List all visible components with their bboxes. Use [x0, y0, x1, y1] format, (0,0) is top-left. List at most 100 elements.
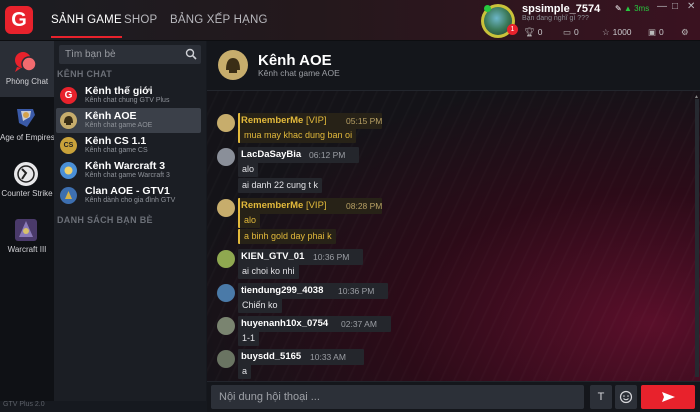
- rail-label: Counter Strike: [1, 189, 53, 198]
- message-author[interactable]: tiendung299_4038: [241, 285, 323, 296]
- message-text: a binh gold day phai k: [238, 229, 336, 244]
- channel-desc: Kênh chat game AOE: [85, 122, 153, 129]
- rail-item-phong-chat[interactable]: Phòng Chat: [0, 41, 54, 97]
- channel-title: Kênh AOE: [258, 52, 332, 69]
- signal-icon: ▲: [623, 4, 632, 13]
- online-status-dot: [484, 5, 491, 12]
- cs-icon: CS: [60, 137, 77, 154]
- section-danh-sach-ban-be: DANH SÁCH BẠN BÈ: [57, 215, 153, 225]
- message-time: 10:36 PM: [313, 252, 350, 262]
- avatar[interactable]: [217, 317, 235, 335]
- message-text: 1-1: [238, 331, 260, 346]
- message-input[interactable]: [211, 385, 584, 409]
- star-icon: ☆: [602, 27, 610, 37]
- channel-item-kenh-the-gioi[interactable]: G Kênh thế giới Kênh chat chung GTV Plus: [56, 83, 201, 108]
- rail-label: Age of Empires: [0, 133, 55, 142]
- channel-desc: Kênh chat chung GTV Plus: [85, 97, 170, 104]
- channel-item-kenh-aoe[interactable]: Kênh AOE Kênh chat game AOE: [56, 108, 201, 133]
- avatar[interactable]: [217, 250, 235, 268]
- trophy-icon: 🏆︎: [524, 27, 535, 37]
- top-bar: G SẢNH GAME SHOP BẢNG XẾP HẠNG 1 spsimpl…: [0, 0, 700, 41]
- warcraft-channel-icon: [60, 162, 77, 179]
- nav-sanh-game[interactable]: SẢNH GAME: [51, 14, 122, 38]
- channel-name: Kênh CS 1.1: [85, 135, 147, 147]
- gift-count: 0: [659, 27, 664, 37]
- scroll-up-icon[interactable]: ▲: [694, 94, 699, 100]
- trophy-stat[interactable]: 🏆︎ 0: [524, 27, 543, 38]
- friend-search[interactable]: Tìm bạn bè: [59, 45, 201, 64]
- message-text: mua may khac dung ban oi: [238, 128, 357, 143]
- gtv-channel-icon: G: [60, 87, 77, 104]
- nav-shop[interactable]: SHOP: [124, 14, 157, 26]
- gtv-logo[interactable]: G: [5, 6, 33, 34]
- channel-item-kenh-cs[interactable]: CS Kênh CS 1.1 Kênh chat game CS: [56, 133, 201, 158]
- message-time: 02:37 AM: [341, 319, 377, 329]
- channel-subtitle: Kênh chat game AOE: [258, 68, 340, 78]
- channel-name: Clan AOE - GTV1: [85, 185, 170, 197]
- game-rail: Phòng Chat Age of Empires Counter Strike: [0, 41, 55, 401]
- message-icon: ▭: [563, 27, 572, 37]
- trophy-count: 0: [537, 27, 543, 37]
- rail-label: Warcraft III: [7, 245, 47, 254]
- message-author[interactable]: RememberMe [VIP]: [241, 115, 327, 126]
- message-count: 0: [574, 27, 579, 37]
- gear-icon: ⚙: [681, 27, 689, 37]
- message-author[interactable]: buysdd_5165: [241, 351, 301, 362]
- counter-strike-icon: [14, 162, 38, 186]
- channel-desc: Kênh chat game Warcraft 3: [85, 172, 170, 179]
- message-time: 10:33 AM: [310, 352, 346, 362]
- message-time: 06:12 PM: [309, 150, 346, 160]
- settings-button[interactable]: ⚙: [681, 27, 692, 38]
- text-format-button[interactable]: T: [590, 385, 612, 409]
- channel-desc: Kênh chat game CS: [85, 147, 148, 154]
- channel-name: Kênh Warcraft 3: [85, 160, 166, 172]
- channel-desc: Kênh dành cho gia đình GTV: [85, 197, 176, 204]
- avatar[interactable]: [217, 350, 235, 368]
- emoji-button[interactable]: [615, 385, 637, 409]
- star-stat[interactable]: ☆ 1000: [602, 27, 632, 38]
- username[interactable]: spsimple_7574: [522, 3, 600, 15]
- star-count: 1000: [612, 27, 632, 37]
- search-icon[interactable]: [185, 48, 197, 60]
- message-text: alo: [238, 162, 259, 177]
- channel-list-panel: Tìm bạn bè KÊNH CHAT G Kênh thế giới Kên…: [54, 41, 206, 401]
- send-button[interactable]: [641, 385, 695, 409]
- message-author[interactable]: huyenanh10x_0754: [241, 318, 328, 329]
- chat-panel: Kênh AOE Kênh chat game AOE ▲ RememberMe…: [207, 41, 700, 401]
- gift-stat[interactable]: ▣ 0: [648, 27, 664, 38]
- app-version: GTV Plus 2.0: [3, 401, 45, 408]
- message-stat[interactable]: ▭ 0: [563, 27, 579, 38]
- aoe-helmet-icon: [60, 112, 77, 129]
- nav-bang-xep-hang[interactable]: BẢNG XẾP HẠNG: [170, 14, 268, 26]
- user-status-text[interactable]: Bạn đang nghĩ gì ???: [522, 15, 589, 22]
- close-button[interactable]: ✕: [687, 2, 695, 12]
- message-text: ai choi ko nhi: [238, 264, 299, 279]
- message-text: ai danh 22 cung t k: [238, 178, 323, 193]
- minimize-button[interactable]: —: [657, 2, 667, 12]
- ping-value: 3ms: [634, 4, 650, 13]
- maximize-button[interactable]: □: [672, 2, 678, 12]
- avatar[interactable]: [217, 199, 235, 217]
- level-badge: 1: [507, 24, 518, 35]
- rail-item-counter-strike[interactable]: Counter Strike: [0, 153, 54, 209]
- message-time: 08:28 PM: [346, 201, 383, 211]
- smiley-icon: [619, 390, 633, 404]
- channel-name: Kênh thế giới: [85, 85, 153, 97]
- edit-icon[interactable]: ✎: [615, 4, 622, 13]
- chat-scrollbar[interactable]: ▲: [694, 94, 699, 377]
- message-author[interactable]: RememberMe [VIP]: [241, 200, 327, 211]
- message-author[interactable]: KIEN_GTV_01: [241, 251, 304, 262]
- message-time: 10:36 PM: [338, 286, 375, 296]
- rail-item-age-of-empires[interactable]: Age of Empires: [0, 97, 55, 153]
- message-author[interactable]: LacDaSayBia: [241, 149, 301, 160]
- channel-item-kenh-warcraft-3[interactable]: Kênh Warcraft 3 Kênh chat game Warcraft …: [56, 158, 201, 183]
- rail-item-warcraft-iii[interactable]: Warcraft III: [0, 209, 54, 265]
- avatar[interactable]: [217, 148, 235, 166]
- channel-item-clan-aoe-gtv1[interactable]: Clan AOE - GTV1 Kênh dành cho gia đình G…: [56, 183, 201, 208]
- rail-label: Phòng Chat: [5, 77, 49, 86]
- avatar[interactable]: [217, 284, 235, 302]
- section-kenh-chat: KÊNH CHAT: [57, 69, 113, 79]
- gift-icon: ▣: [648, 27, 657, 37]
- avatar[interactable]: [217, 114, 235, 132]
- message-input-bar: T: [207, 381, 700, 412]
